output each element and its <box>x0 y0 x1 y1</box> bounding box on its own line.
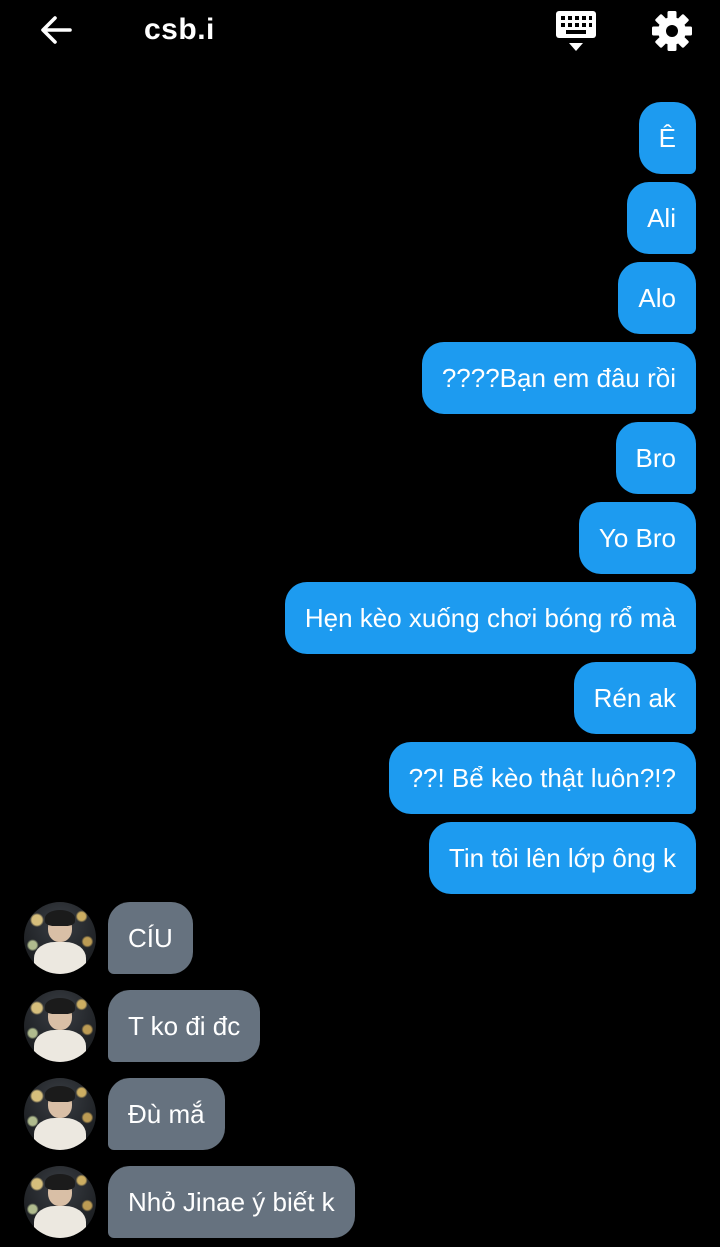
message-row-sent: ????Bạn em đâu rồi <box>0 342 720 414</box>
message-row-sent: Alo <box>0 262 720 334</box>
sent-message-bubble[interactable]: Yo Bro <box>578 502 696 574</box>
message-row-sent: Rén ak <box>0 662 720 734</box>
avatar-hair <box>45 1174 75 1190</box>
received-message-bubble[interactable]: Đù mắ <box>108 1078 225 1150</box>
message-row-sent: Tin tôi lên lớp ông k <box>0 822 720 894</box>
avatar-body <box>34 942 86 974</box>
message-row-received: Đù mắ <box>0 1078 720 1150</box>
sent-message-bubble[interactable]: Hẹn kèo xuống chơi bóng rổ mà <box>284 582 696 654</box>
avatar[interactable] <box>24 990 96 1062</box>
sent-message-bubble[interactable]: ??! Bể kèo thật luôn?!? <box>388 742 696 814</box>
received-message-bubble[interactable]: T ko đi đc <box>108 990 261 1062</box>
message-row-sent: Hẹn kèo xuống chơi bóng rổ mà <box>0 582 720 654</box>
sent-message-bubble[interactable]: ????Bạn em đâu rồi <box>421 342 696 414</box>
message-row-received: T ko đi đc <box>0 990 720 1062</box>
message-row-sent: Ali <box>0 182 720 254</box>
received-message-bubble[interactable]: CÍU <box>108 902 193 974</box>
sent-message-bubble[interactable]: Bro <box>615 422 696 494</box>
avatar-hair <box>45 1086 75 1102</box>
message-row-sent: ??! Bể kèo thật luôn?!? <box>0 742 720 814</box>
avatar-body <box>34 1206 86 1238</box>
sent-message-bubble[interactable]: Tin tôi lên lớp ông k <box>428 822 696 894</box>
message-row-sent: Yo Bro <box>0 502 720 574</box>
avatar-body <box>34 1118 86 1150</box>
sent-message-bubble[interactable]: Alo <box>618 262 696 334</box>
avatar[interactable] <box>24 902 96 974</box>
message-row-received: CÍU <box>0 902 720 974</box>
message-list[interactable]: Ê Ali Alo ????Bạn em đâu rồi Bro Yo Bro … <box>0 0 720 1247</box>
sent-message-bubble[interactable]: Ê <box>638 102 696 174</box>
received-message-bubble[interactable]: Nhỏ Jinae ý biết k <box>108 1166 355 1238</box>
avatar[interactable] <box>24 1078 96 1150</box>
message-row-sent: Bro <box>0 422 720 494</box>
avatar-hair <box>45 998 75 1014</box>
avatar[interactable] <box>24 1166 96 1238</box>
sent-message-bubble[interactable]: Rén ak <box>573 662 696 734</box>
message-row-sent: Ê <box>0 102 720 174</box>
message-row-received: Nhỏ Jinae ý biết k <box>0 1166 720 1238</box>
avatar-hair <box>45 910 75 926</box>
avatar-body <box>34 1030 86 1062</box>
sent-message-bubble[interactable]: Ali <box>627 182 696 254</box>
